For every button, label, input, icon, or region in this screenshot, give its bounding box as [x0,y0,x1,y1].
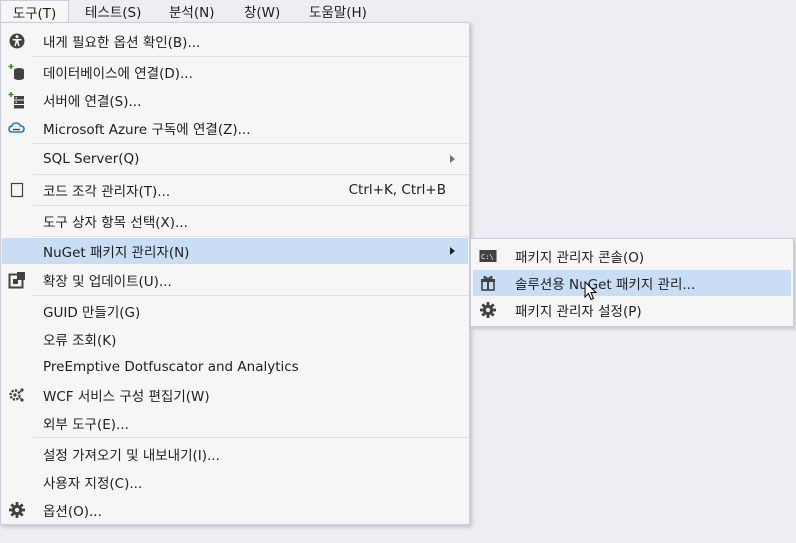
extensions-icon [8,271,26,289]
snippet-icon [8,181,26,199]
menu-item-label: 서버에 연결(S)... [43,94,142,110]
menu-item-label: NuGet 패키지 관리자(N) [43,245,190,261]
azure-cloud-icon [8,119,26,137]
menu-item-error-lookup[interactable]: 오류 조회(K) [2,326,468,352]
submenu-arrow-icon [450,247,455,255]
menu-item-label: Microsoft Azure 구독에 연결(Z)... [43,122,251,138]
mouse-pointer-icon [584,281,598,301]
menu-item-label: WCF 서비스 구성 편집기(W) [43,389,210,405]
menu-item-sql-server[interactable]: SQL Server(Q) [2,146,468,172]
server-connect-icon [8,91,26,109]
menu-item-choose-toolbox-items[interactable]: 도구 상자 항목 선택(X)... [2,208,468,234]
menu-item-connect-azure[interactable]: Microsoft Azure 구독에 연결(Z)... [2,115,468,141]
menu-item-label: 데이터베이스에 연결(D)... [43,66,193,82]
menu-item-dotfuscator[interactable]: PreEmptive Dotfuscator and Analytics [2,354,468,380]
menu-separator [33,295,469,296]
gear-icon [8,501,26,519]
menu-separator [33,143,469,144]
menu-item-label: 도구 상자 항목 선택(X)... [43,215,188,231]
menu-separator [33,56,469,57]
menu-item-accessibility-check[interactable]: 내게 필요한 옵션 확인(B)... [2,28,468,54]
menu-analyze[interactable]: 분석(N) [160,0,223,22]
menu-item-label: GUID 만들기(G) [43,305,141,321]
menu-item-package-manager-settings[interactable]: 패키지 관리자 설정(P) [473,297,791,323]
menu-separator [33,174,469,175]
menu-item-import-export-settings[interactable]: 설정 가져오기 및 내보내기(I)... [2,441,468,467]
menu-item-label: 패키지 관리자 설정(P) [515,304,642,320]
menu-separator [33,437,469,438]
menu-item-label: SQL Server(Q) [43,151,140,167]
menu-item-external-tools[interactable]: 외부 도구(E)... [2,410,468,436]
menu-item-label: 사용자 지정(C)... [43,476,143,492]
menu-separator [33,205,469,206]
wcf-config-icon [8,386,26,404]
menu-window[interactable]: 창(W) [235,0,289,22]
menu-item-connect-server[interactable]: 서버에 연결(S)... [2,87,468,113]
gear-icon [479,301,497,319]
menu-item-wcf-config-editor[interactable]: WCF 서비스 구성 편집기(W) [2,382,468,408]
package-icon [479,274,497,292]
menu-item-label: 패키지 관리자 콘솔(O) [515,250,645,266]
menu-item-label: 확장 및 업데이트(U)... [43,274,172,290]
menu-item-shortcut: Ctrl+K, Ctrl+B [348,182,446,198]
menu-item-label: 솔루션용 NuGet 패키지 관리... [515,277,696,293]
accessibility-icon [8,32,26,50]
menu-test[interactable]: 테스트(S) [76,0,150,22]
menu-item-options[interactable]: 옵션(O)... [2,497,468,523]
svg-text:C:\: C:\ [481,253,494,261]
menu-help[interactable]: 도움말(H) [300,0,376,22]
menu-item-label: 설정 가져오기 및 내보내기(I)... [43,448,220,464]
menu-item-nuget-package-manager[interactable]: NuGet 패키지 관리자(N) [2,238,468,264]
menu-separator [33,236,469,237]
menu-item-create-guid[interactable]: GUID 만들기(G) [2,298,468,324]
menu-item-package-manager-console[interactable]: C:\ 패키지 관리자 콘솔(O) [473,243,791,269]
menu-item-manage-nuget-for-solution[interactable]: 솔루션용 NuGet 패키지 관리... [473,270,791,296]
menu-item-extensions-updates[interactable]: 확장 및 업데이트(U)... [2,267,468,293]
menu-item-label: 오류 조회(K) [43,333,117,349]
menu-item-code-snippets-manager[interactable]: 코드 조각 관리자(T)... Ctrl+K, Ctrl+B [2,177,468,203]
menu-item-customize[interactable]: 사용자 지정(C)... [2,469,468,495]
tools-dropdown-menu: 내게 필요한 옵션 확인(B)... 데이터베이스에 연결(D)... 서버에 … [0,22,470,525]
menu-bar: 도구(T) 테스트(S) 분석(N) 창(W) 도움말(H) [0,0,796,22]
menu-item-label: 코드 조각 관리자(T)... [43,184,171,200]
submenu-arrow-icon [450,155,455,163]
menu-item-connect-database[interactable]: 데이터베이스에 연결(D)... [2,59,468,85]
menu-item-label: 외부 도구(E)... [43,417,129,433]
console-icon: C:\ [479,247,497,265]
menu-tools[interactable]: 도구(T) [0,0,69,22]
menu-item-label: 옵션(O)... [43,504,102,520]
database-connect-icon [8,63,26,81]
menu-item-label: 내게 필요한 옵션 확인(B)... [43,35,201,51]
menu-item-label: PreEmptive Dotfuscator and Analytics [43,359,299,375]
nuget-submenu: C:\ 패키지 관리자 콘솔(O) 솔루션용 NuGet 패키지 관리... 패… [470,238,794,327]
